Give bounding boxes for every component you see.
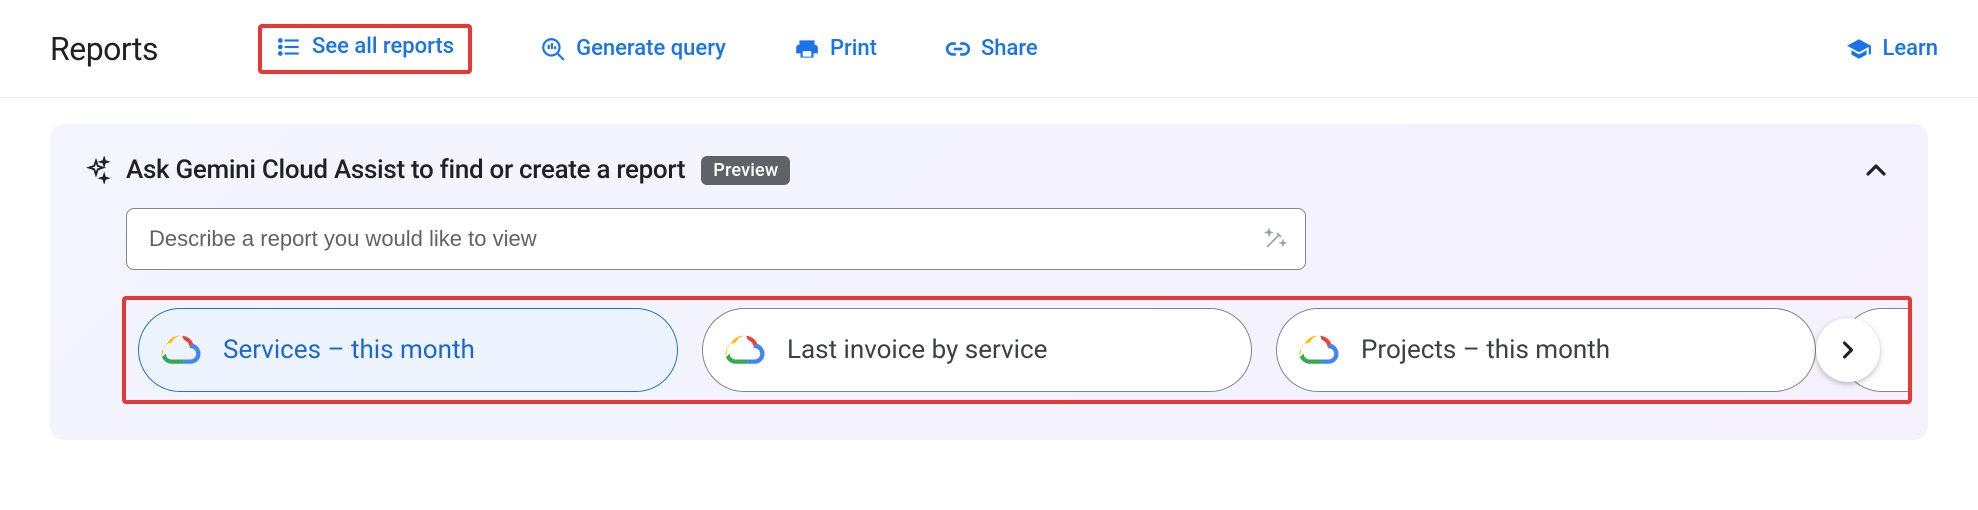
link-icon — [945, 36, 971, 62]
chip-label: Last invoice by service — [787, 335, 1047, 365]
cloud-logo-icon — [1299, 330, 1339, 370]
suggestion-chips: Services – this month Last invoice by se… — [122, 296, 1912, 404]
assist-panel-header: Ask Gemini Cloud Assist to find or creat… — [82, 150, 1896, 190]
preview-badge: Preview — [701, 156, 790, 185]
generate-query-button[interactable]: Generate query — [540, 30, 726, 68]
chip-projects-this-month[interactable]: Projects – this month — [1276, 308, 1816, 392]
print-icon — [794, 36, 820, 62]
collapse-button[interactable] — [1856, 150, 1896, 190]
chip-services-this-month[interactable]: Services – this month — [138, 308, 678, 392]
chip-label: Projects – this month — [1361, 335, 1610, 365]
page-title: Reports — [50, 30, 158, 68]
see-all-reports-label: See all reports — [312, 34, 454, 59]
learn-icon — [1846, 36, 1872, 62]
share-button[interactable]: Share — [945, 30, 1038, 68]
print-button[interactable]: Print — [794, 30, 877, 68]
cloud-logo-icon — [161, 330, 201, 370]
sparkle-icon — [82, 156, 110, 184]
share-label: Share — [981, 36, 1038, 61]
carousel-next-button[interactable] — [1816, 318, 1880, 382]
assist-input[interactable] — [149, 226, 1251, 252]
generate-query-label: Generate query — [576, 36, 726, 61]
chip-last-invoice-by-service[interactable]: Last invoice by service — [702, 308, 1252, 392]
chip-label: Services – this month — [223, 335, 475, 365]
magic-wand-icon — [1263, 227, 1287, 251]
query-icon — [540, 36, 566, 62]
assist-panel: Ask Gemini Cloud Assist to find or creat… — [50, 124, 1928, 440]
assist-search[interactable] — [126, 208, 1306, 270]
assist-title: Ask Gemini Cloud Assist to find or creat… — [126, 155, 685, 185]
page-header: Reports See all reports Generate query P… — [0, 0, 1978, 98]
cloud-logo-icon — [725, 330, 765, 370]
print-label: Print — [830, 36, 877, 61]
chevron-right-icon — [1834, 336, 1862, 364]
learn-button[interactable]: Learn — [1846, 30, 1938, 68]
chevron-up-icon — [1860, 154, 1892, 186]
list-icon — [276, 34, 302, 60]
header-actions: See all reports Generate query Print Sha… — [258, 24, 1038, 74]
learn-label: Learn — [1882, 36, 1938, 61]
see-all-reports-button[interactable]: See all reports — [258, 24, 472, 74]
